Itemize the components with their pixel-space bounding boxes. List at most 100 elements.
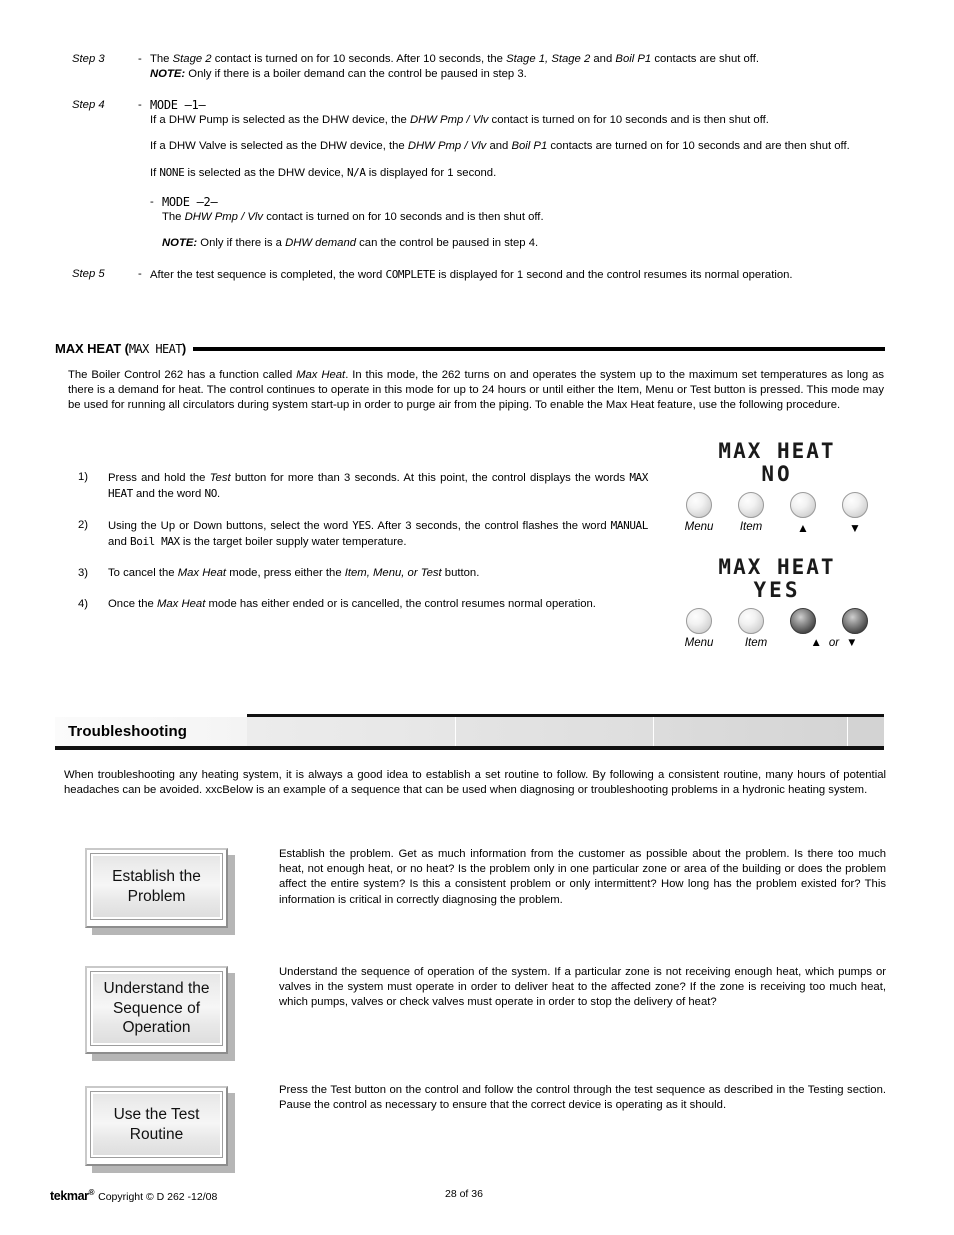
step-5-body: After the test sequence is completed, th… [150,267,884,283]
menu-button-label: Menu [684,521,714,533]
step-3-row: Step 3 - The Stage 2 contact is turned o… [72,52,884,82]
item-button[interactable] [738,492,764,518]
item-button-label: Item [739,521,763,533]
step-4-mode-1-para-2: If a DHW Valve is selected as the DHW de… [150,140,850,152]
flow-box-establish-problem: Establish the Problem [85,848,228,928]
list-item-number: 1) [78,471,89,483]
registered-mark-icon: ® [88,1188,95,1197]
frag: After the test sequence is completed, th… [150,269,386,281]
flow-text-use-test-routine: Press the Test button on the control and… [279,1084,886,1112]
step-3-label: Step 3 [72,53,105,65]
flow-text-establish-problem: Establish the problem. Get as much infor… [279,848,886,906]
step-4-body: MODE —1— If a DHW Pump is selected as th… [150,98,884,251]
frag: ) [181,341,187,356]
menu-button[interactable] [686,492,712,518]
flow-box-label: Use the Test Routine [90,1091,223,1158]
troubleshooting-intro-paragraph: When troubleshooting any heating system,… [64,769,886,797]
lcd-screen: MAX HEAT YES [672,556,882,602]
up-arrow-button[interactable] [790,608,816,634]
lcd-line-1: MAX HEAT [718,555,836,579]
troubleshooting-banner: Troubleshooting [55,714,884,750]
step-4-mode-2-para-1: The DHW Pmp / Vlv contact is turned on f… [162,211,544,223]
step-5-text: After the test sequence is completed, th… [150,267,884,283]
control-panel-display-yes: MAX HEAT YES Menu Item ▲ or ▼ [672,556,882,649]
heading-rule [193,346,885,351]
step-4-mode-1-title: MODE —1— [150,98,206,112]
na-value: N/A [346,166,366,179]
button-row [672,492,882,518]
or-label: or [828,637,840,649]
brand-text: tekmar [50,1189,89,1204]
item-button[interactable] [738,608,764,634]
button-label-row: Menu Item ▲ ▼ [672,521,882,535]
frag: is displayed for 1 second and the contro… [435,269,793,281]
up-arrow-icon: ▲ [810,637,822,649]
step-3-body: The Stage 2 contact is turned on for 10 … [150,52,884,82]
button-label-row: Menu Item ▲ or ▼ [672,637,882,649]
step-4-mode-2-dash: - [150,196,154,208]
list-item: 3) To cancel the Max Heat mode, press ei… [78,566,648,581]
menu-button-label: Menu [684,637,714,649]
lcd-line-1: MAX HEAT [718,439,836,463]
list-item: 1) Press and hold the Test button for mo… [78,470,648,502]
max-heat-paragraph: The Boiler Control 262 has a function ca… [68,369,884,412]
down-arrow-button[interactable] [842,608,868,634]
max-heat-procedure-list: 1) Press and hold the Test button for mo… [78,470,648,628]
banner-segment-3 [654,717,847,746]
step-4-mode-1-para-1: If a DHW Pump is selected as the DHW dev… [150,114,769,126]
step-3-line-1: The Stage 2 contact is turned on for 10 … [150,53,760,65]
tekmar-logo: tekmar® [50,1188,94,1203]
flow-box-label: Understand the Sequence of Operation [90,971,223,1046]
frag: is selected as the DHW device, [184,167,347,179]
step-3-line-2: NOTE: Only if there is a boiler demand c… [150,68,527,80]
down-arrow-icon: ▼ [849,521,861,535]
step-5-label: Step 5 [72,268,105,280]
list-item-number: 4) [78,598,89,610]
lcd-line-2: YES [753,578,801,602]
flow-box-understand-sequence: Understand the Sequence of Operation [85,966,228,1054]
list-item: 4) Once the Max Heat mode has either end… [78,597,648,612]
lcd-line-2: NO [761,462,793,486]
frag: MAX HEAT [128,342,183,356]
step-4-mode-1-para-3: If NONE is selected as the DHW device, N… [150,165,884,181]
menu-button[interactable] [686,608,712,634]
list-item-text: Press and hold the Test button for more … [108,471,648,500]
list-item-number: 2) [78,519,89,531]
list-item-text: To cancel the Max Heat mode, press eithe… [108,567,480,579]
step-4-label: Step 4 [72,99,105,111]
banner-title: Troubleshooting [55,717,247,746]
step-3-dash: - [138,53,142,65]
step-4-dash: - [138,99,142,111]
down-arrow-icon: ▼ [846,637,858,649]
step-4-mode-2-note: NOTE: Only if there is a DHW demand can … [162,237,539,249]
page-footer: tekmar® Copyright © D 262 -12/08 28 of 3… [50,1188,904,1203]
flow-box-use-test-routine: Use the Test Routine [85,1086,228,1166]
step-4-mode-2-title: MODE —2— [162,195,218,209]
copyright-text: Copyright © D 262 -12/08 [98,1191,218,1204]
up-arrow-button[interactable] [790,492,816,518]
control-panel-display-no: MAX HEAT NO Menu Item ▲ ▼ [672,440,882,535]
up-arrow-icon: ▲ [797,521,809,535]
step-4-mode-2-block: - MODE —2— The DHW Pmp / Vlv contact is … [150,195,884,251]
list-item-text: Using the Up or Down buttons, select the… [108,519,648,548]
list-item-number: 3) [78,567,89,579]
flow-text-understand-sequence: Understand the sequence of operation of … [279,966,886,1009]
step-5-row: Step 5 - After the test sequence is comp… [72,267,884,283]
frag: If [150,167,160,179]
banner-segment-2 [456,717,653,746]
none-value: NONE [159,166,185,179]
frag: is displayed for 1 second. [365,167,497,179]
flow-box-label: Establish the Problem [90,853,223,920]
max-heat-heading-text: MAX HEAT (MAX HEAT) [55,341,186,356]
item-button-label: Item [744,637,768,649]
list-item: 2) Using the Up or Down buttons, select … [78,518,648,550]
page-number: 28 of 36 [445,1188,483,1200]
button-row [672,608,882,634]
banner-bottom-rule [55,746,884,750]
frag: MAX HEAT ( [55,341,129,356]
list-item-text: Once the Max Heat mode has either ended … [108,598,596,610]
test-sequence-steps: Step 3 - The Stage 2 contact is turned o… [72,52,884,285]
step-5-dash: - [138,268,142,280]
step-4-row: Step 4 - MODE —1— If a DHW Pump is selec… [72,98,884,251]
down-arrow-button[interactable] [842,492,868,518]
